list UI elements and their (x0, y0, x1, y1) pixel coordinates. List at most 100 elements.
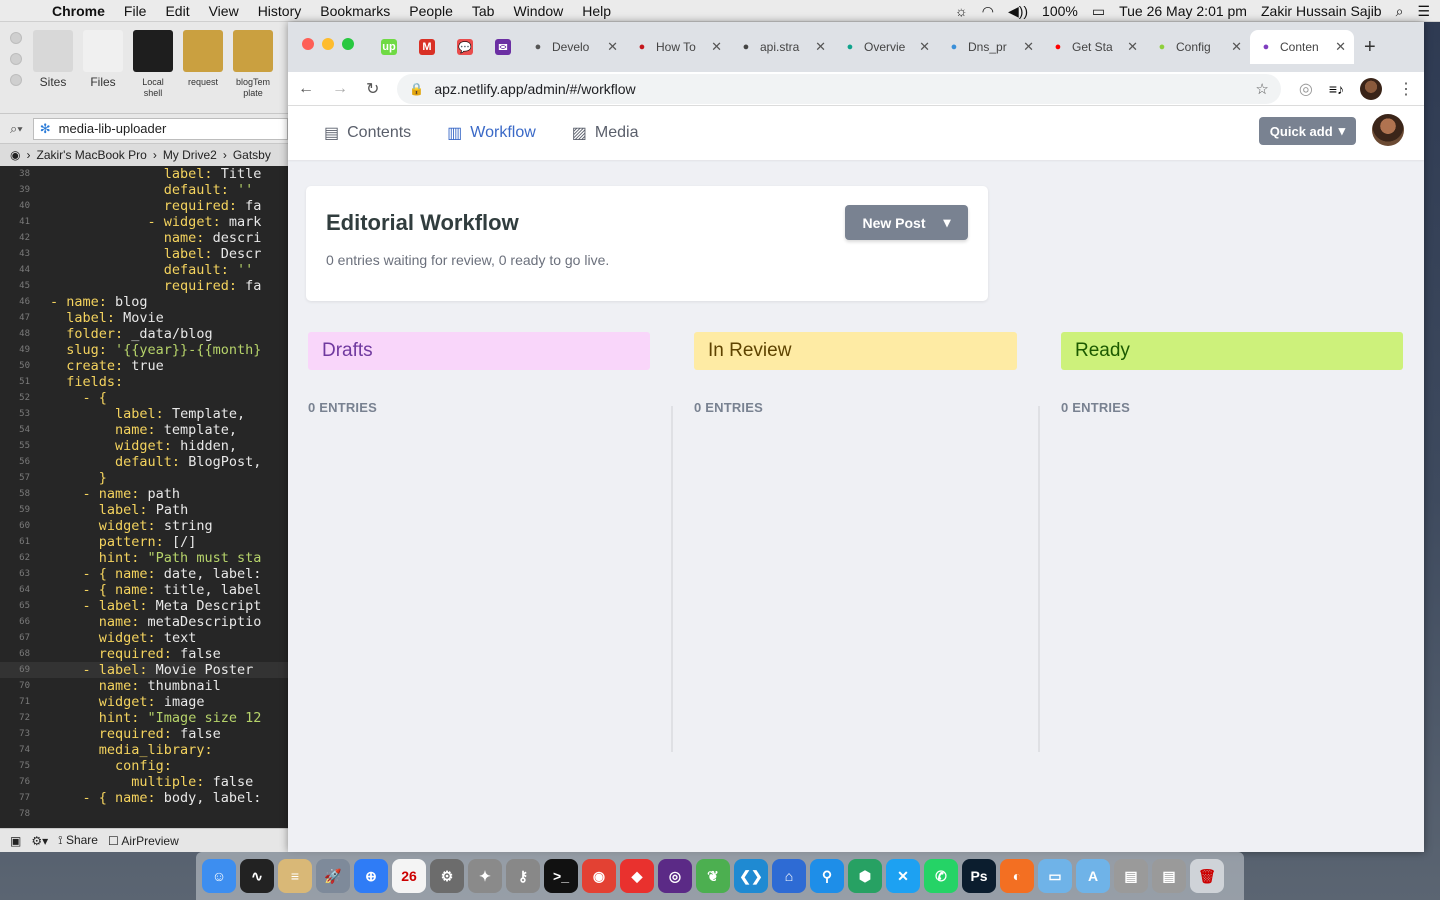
editor-search-input[interactable]: ✻ media-lib-uploader (32, 117, 288, 140)
share-button[interactable]: ⟟ Share (58, 833, 98, 848)
minimize-icon[interactable] (322, 38, 334, 50)
breadcrumb-item[interactable]: Zakir's MacBook Pro (36, 148, 146, 162)
battery-percent[interactable]: 100% (1042, 3, 1078, 19)
anydesk-icon[interactable]: ◆ (620, 859, 654, 893)
new-tab-button[interactable]: + (1364, 36, 1376, 59)
system-preferences-icon[interactable]: ⚙ (430, 859, 464, 893)
nav-workflow[interactable]: ▥ Workflow (447, 123, 536, 143)
preview-toggle-icon[interactable]: ▣ (10, 834, 21, 848)
toolbar-item[interactable]: Files (82, 30, 124, 99)
browser-tab[interactable]: ● Conten ✕ (1250, 30, 1354, 64)
airpreview-button[interactable]: ☐ AirPreview (108, 834, 179, 848)
nav-media[interactable]: ▨ Media (572, 123, 639, 143)
menu-help[interactable]: Help (582, 3, 611, 19)
volume-icon[interactable]: ◀)) (1008, 3, 1028, 20)
browser-tab[interactable]: ● Develo ✕ (522, 30, 626, 64)
firefox-icon[interactable]: ◐ (1000, 859, 1034, 893)
extension-icon[interactable]: ◎ (1299, 79, 1313, 99)
launchpad-icon[interactable]: 🚀 (316, 859, 350, 893)
breadcrumb-item[interactable]: Gatsby (233, 148, 271, 162)
browser-tab[interactable]: M (408, 30, 446, 64)
xcode-icon[interactable]: ✕ (886, 859, 920, 893)
wifi-icon[interactable]: ◠ (982, 3, 994, 20)
maps-icon[interactable]: ⚲ (810, 859, 844, 893)
menu-tab[interactable]: Tab (472, 3, 495, 19)
menu-view[interactable]: View (209, 3, 239, 19)
url-input[interactable]: 🔒 apz.netlify.app/admin/#/workflow ☆ (397, 73, 1281, 104)
zoom-icon[interactable] (10, 74, 22, 86)
forward-arrow-icon[interactable]: → (332, 80, 348, 98)
close-tab-icon[interactable]: ✕ (1231, 39, 1242, 55)
reload-icon[interactable]: ↻ (366, 79, 379, 99)
breadcrumb-item[interactable]: My Drive2 (163, 148, 217, 162)
calendar-icon[interactable]: 26 (392, 859, 426, 893)
close-tab-icon[interactable]: ✕ (1127, 39, 1138, 55)
menu-window[interactable]: Window (513, 3, 563, 19)
network-icon[interactable]: ⌂ (772, 859, 806, 893)
menu-file[interactable]: File (124, 3, 147, 19)
drive-icon[interactable]: ▤ (1114, 859, 1148, 893)
bookmark-star-icon[interactable]: ☆ (1255, 80, 1268, 98)
close-tab-icon[interactable]: ✕ (607, 39, 618, 55)
terminal-icon[interactable]: >_ (544, 859, 578, 893)
browser-tab[interactable]: up (370, 30, 408, 64)
battery-icon[interactable]: ▭ (1092, 3, 1105, 20)
clock[interactable]: Tue 26 May 2:01 pm (1119, 3, 1247, 19)
minimize-icon[interactable] (10, 53, 22, 65)
nav-contents[interactable]: ▤ Contents (324, 123, 411, 143)
chrome-icon[interactable]: ◉ (582, 859, 616, 893)
close-icon[interactable] (302, 38, 314, 50)
menu-app-name[interactable]: Chrome (52, 3, 105, 19)
browser-tab[interactable]: ● How To ✕ (626, 30, 730, 64)
lock-icon[interactable]: 🔒 (409, 82, 424, 96)
notification-center-icon[interactable]: ☰ (1417, 3, 1430, 20)
utility-icon[interactable]: ✦ (468, 859, 502, 893)
vscode-icon[interactable]: ❮❯ (734, 859, 768, 893)
search-icon[interactable]: ⌕▾ (10, 121, 23, 137)
photoshop-icon[interactable]: Ps (962, 859, 996, 893)
close-tab-icon[interactable]: ✕ (1335, 39, 1346, 55)
trash-icon[interactable]: 🗑 (1190, 859, 1224, 893)
toolbar-item[interactable]: Local shell (132, 30, 174, 99)
eye-icon[interactable]: ◉ (10, 148, 20, 162)
close-icon[interactable] (10, 32, 22, 44)
user-name[interactable]: Zakir Hussain Sajib (1261, 3, 1382, 19)
browser-tab[interactable]: 💬 (446, 30, 484, 64)
activity-monitor-icon[interactable]: ∿ (240, 859, 274, 893)
whatsapp-icon[interactable]: ✆ (924, 859, 958, 893)
brightness-icon[interactable]: ☼ (955, 3, 968, 19)
menu-history[interactable]: History (258, 3, 302, 19)
browser-tab[interactable]: ● Config ✕ (1146, 30, 1250, 64)
settings-icon[interactable]: ⚙▾ (31, 834, 48, 848)
close-tab-icon[interactable]: ✕ (711, 39, 722, 55)
avatar[interactable] (1372, 114, 1404, 146)
drive2-icon[interactable]: ▤ (1152, 859, 1186, 893)
sublime-icon[interactable]: ⬢ (848, 859, 882, 893)
browser-tab[interactable]: ● Overvie ✕ (834, 30, 938, 64)
keychain-icon[interactable]: ⚷ (506, 859, 540, 893)
media-control-icon[interactable]: ≡♪ (1329, 81, 1344, 97)
code-view[interactable]: 38 label: Title 39 default: '' 40 required… (0, 166, 288, 828)
spotlight-icon[interactable]: ⌕ (1396, 3, 1404, 20)
close-tab-icon[interactable]: ✕ (815, 39, 826, 55)
menu-people[interactable]: People (409, 3, 453, 19)
profile-avatar[interactable] (1360, 77, 1382, 100)
toolbar-item[interactable]: request (182, 30, 224, 99)
menu-edit[interactable]: Edit (165, 3, 189, 19)
podcasts-icon[interactable]: ◎ (658, 859, 692, 893)
zoom-icon[interactable] (342, 38, 354, 50)
back-arrow-icon[interactable]: ← (298, 80, 314, 98)
close-tab-icon[interactable]: ✕ (1023, 39, 1034, 55)
folder-icon[interactable]: ▭ (1038, 859, 1072, 893)
new-post-button[interactable]: New Post ▾ (845, 205, 968, 240)
browser-tab[interactable]: ● Dns_pr ✕ (938, 30, 1042, 64)
quick-add-button[interactable]: Quick add ▾ (1259, 117, 1356, 145)
more-menu-icon[interactable]: ⋮ (1398, 79, 1414, 99)
toolbar-item[interactable]: blogTem plate (232, 30, 274, 99)
safari-icon[interactable]: ⊕ (354, 859, 388, 893)
browser-tab[interactable]: ✉ (484, 30, 522, 64)
applications-folder-icon[interactable]: A (1076, 859, 1110, 893)
menu-bookmarks[interactable]: Bookmarks (320, 3, 390, 19)
browser-tab[interactable]: ● api.stra ✕ (730, 30, 834, 64)
sourcetree-icon[interactable]: ❦ (696, 859, 730, 893)
